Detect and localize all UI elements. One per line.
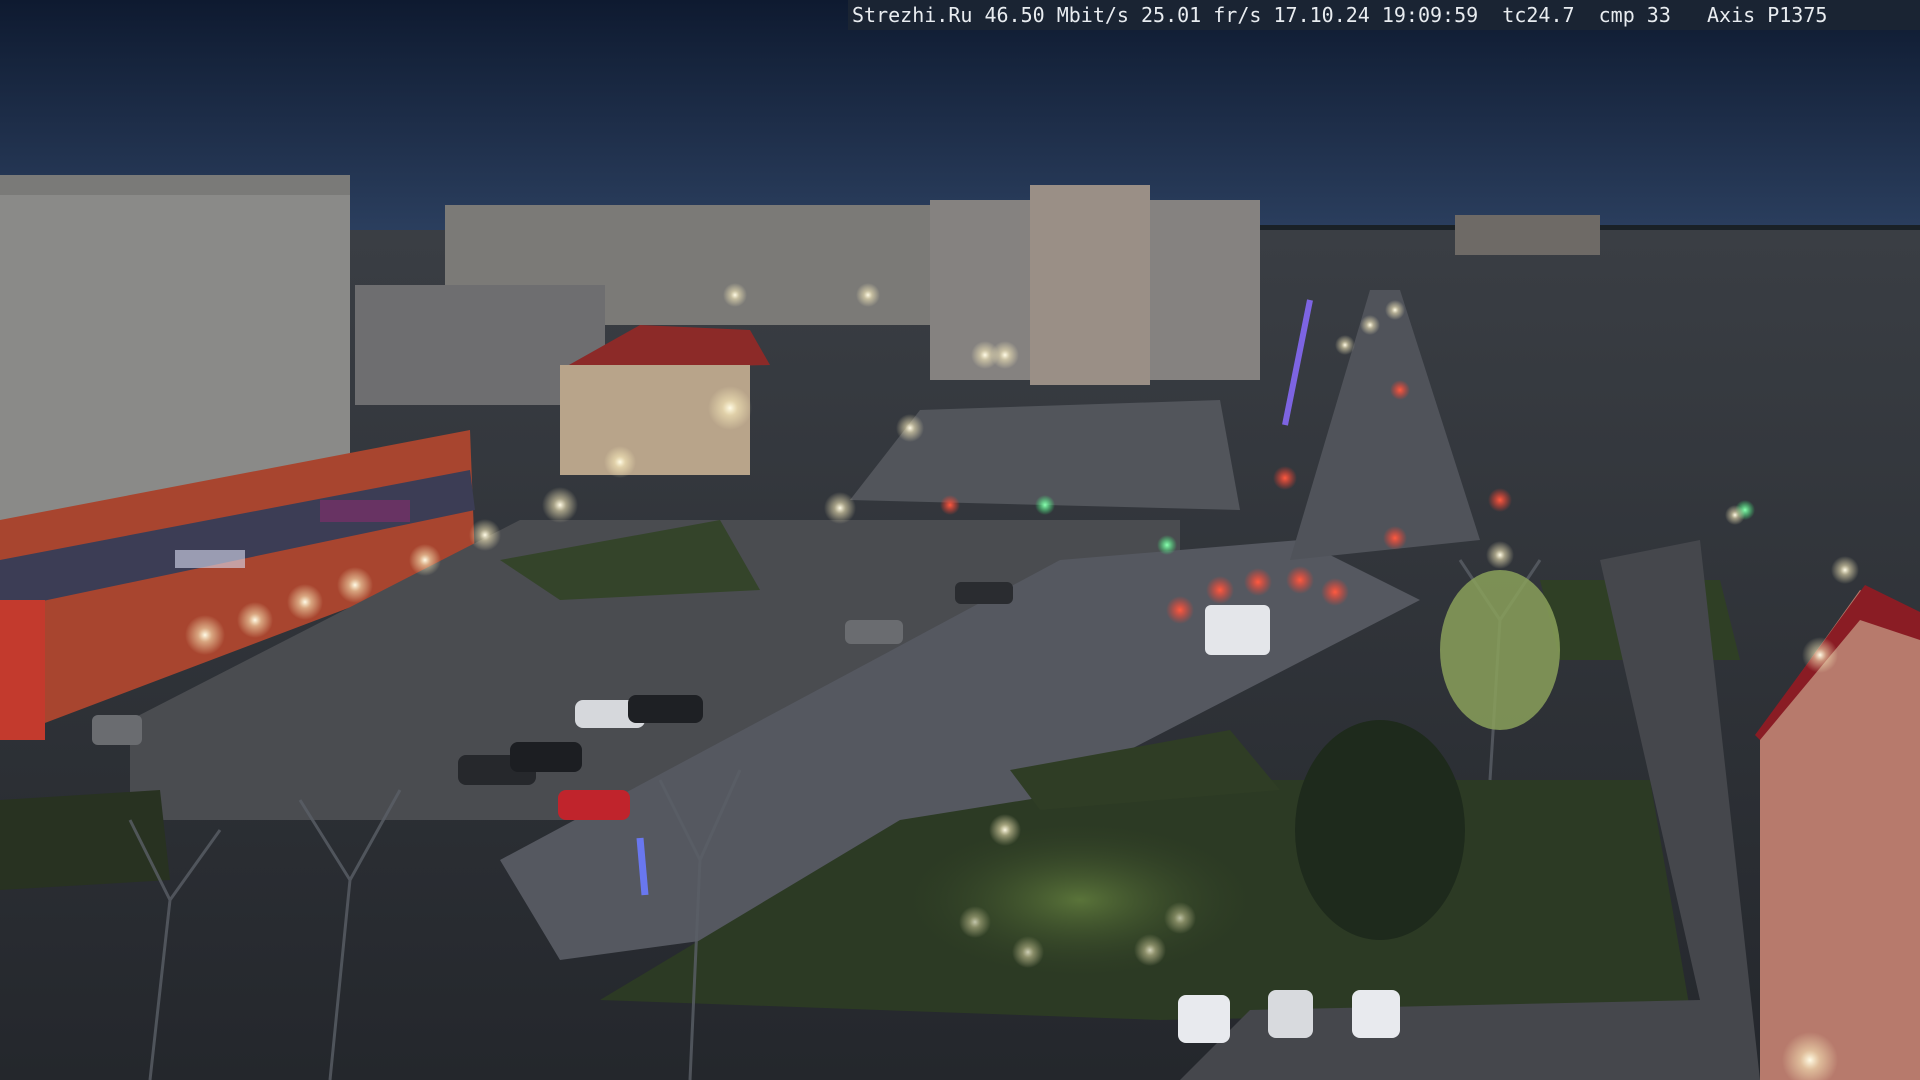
overlay-camera: Axis P1375: [1707, 3, 1828, 27]
parked-cars-bottom: [1178, 990, 1400, 1043]
webcam-frame: Strezhi.Ru 46.50 Mbit/s 25.01 fr/s 17.10…: [0, 0, 1920, 1080]
dark-tree: [1295, 720, 1465, 940]
green-tree: [1440, 570, 1560, 730]
lawn-light-spill: [900, 820, 1260, 980]
overlay-site: Strezhi.Ru: [852, 3, 973, 27]
city-night-scene: [0, 0, 1920, 1080]
overlay-bitrate: 46.50 Mbit/s: [984, 3, 1129, 27]
bus: [1205, 605, 1270, 655]
overlay-fps: 25.01 fr/s: [1141, 3, 1262, 27]
overlay-cmp: cmp 33: [1598, 3, 1671, 27]
overlay-tc: tc24.7: [1502, 3, 1575, 27]
holiday-light-pole: [636, 837, 649, 896]
camera-info-overlay: Strezhi.Ru 46.50 Mbit/s 25.01 fr/s 17.10…: [848, 0, 1920, 30]
overlay-datetime: 17.10.24 19:09:59: [1273, 3, 1479, 27]
